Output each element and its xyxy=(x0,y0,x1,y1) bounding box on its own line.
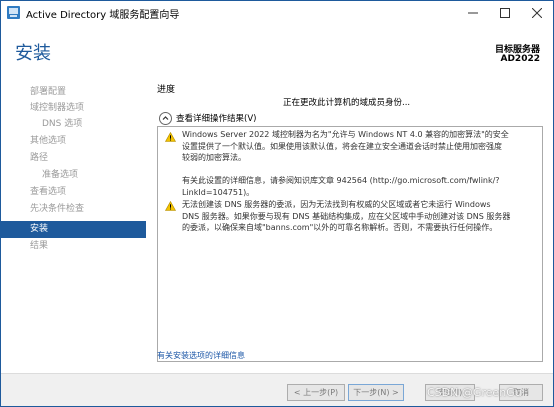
message-line: 无法创建该 DNS 服务器的委派，因为无法找到有权威的父区域或者它未运行 Win… xyxy=(182,200,491,209)
page-title: 安装 xyxy=(15,43,51,64)
view-detailed-results-label: 查看详细操作结果(V) xyxy=(176,114,257,124)
sidebar-item-results: 结果 xyxy=(1,238,146,254)
more-info-link[interactable]: 有关安装选项的详细信息 xyxy=(157,350,245,361)
title-bar[interactable]: Active Directory 域服务配置向导 xyxy=(1,1,553,25)
warning-icon xyxy=(165,132,176,142)
sidebar-item-paths: 路径 xyxy=(1,150,146,166)
close-button[interactable] xyxy=(521,1,553,25)
sidebar-item-dns-options: DNS 选项 xyxy=(1,116,146,132)
sidebar-item-installation: 安装 xyxy=(1,221,146,238)
sidebar-item-label: 先决条件检查 xyxy=(30,204,85,214)
wizard-header: 安装 目标服务器 AD2022 xyxy=(1,25,553,77)
warning-icon xyxy=(165,201,176,211)
progress-heading: 进度 xyxy=(157,85,176,95)
sidebar-item-label: DNS 选项 xyxy=(42,119,83,129)
sidebar-item-dc-options: 域控制器选项 xyxy=(1,100,146,116)
minimize-button[interactable] xyxy=(457,1,489,25)
wizard-sidebar: 部署配置 域控制器选项 DNS 选项 其他选项 路径 准备选项 查看选项 先决条… xyxy=(1,77,146,367)
previous-button[interactable]: < 上一步(P) xyxy=(287,384,345,401)
sidebar-item-label: 准备选项 xyxy=(42,170,79,180)
wizard-window: Active Directory 域服务配置向导 安装 目标服务器 AD2022… xyxy=(0,0,554,407)
minimize-icon xyxy=(468,12,478,14)
chevron-up-icon xyxy=(162,116,169,120)
sidebar-item-deployment-config: 部署配置 xyxy=(1,84,146,100)
message-line: 较弱的加密算法。 xyxy=(182,153,246,162)
progress-status-text: 正在更改此计算机的域成员身份... xyxy=(283,98,411,108)
window-title: Active Directory 域服务配置向导 xyxy=(26,10,180,21)
sidebar-item-label: 结果 xyxy=(30,241,49,251)
sidebar-item-label: 路径 xyxy=(30,153,49,163)
sidebar-item-label: 其他选项 xyxy=(30,136,67,146)
message-line: DNS 服务器。如果你要与现有 DNS 基础结构集成，应在父区域中手动创建对该 … xyxy=(182,211,511,221)
sidebar-item-label: 安装 xyxy=(30,224,49,234)
sidebar-item-review-options: 查看选项 xyxy=(1,184,146,200)
next-button[interactable]: 下一步(N) > xyxy=(348,384,404,401)
sidebar-item-label: 部署配置 xyxy=(30,87,67,97)
wizard-content: 进度 正在更改此计算机的域成员身份... 查看详细操作结果(V) Windows… xyxy=(157,77,543,367)
sidebar-item-prepare-options: 准备选项 xyxy=(1,167,146,183)
message-line: 的委派，以确保来自域"banns.com"以外的可靠名称解析。否则，不需要执行任… xyxy=(182,223,498,232)
collapse-circle-icon xyxy=(159,112,172,125)
message-line: 设置提供了一个默认值。如果使用该默认值，将会在建立安全通道会话时禁止使用加密强度 xyxy=(182,141,502,151)
sidebar-item-additional-options: 其他选项 xyxy=(1,133,146,149)
maximize-icon xyxy=(500,8,510,18)
maximize-button[interactable] xyxy=(489,1,521,25)
close-icon xyxy=(531,7,543,19)
detailed-results-panel[interactable]: Windows Server 2022 域控制器为名为"允许与 Windows … xyxy=(157,126,543,362)
warning-message-1: Windows Server 2022 域控制器为名为"允许与 Windows … xyxy=(182,129,509,198)
sidebar-item-label: 查看选项 xyxy=(30,187,67,197)
target-server-name: AD2022 xyxy=(500,54,541,64)
message-line: Windows Server 2022 域控制器为名为"允许与 Windows … xyxy=(182,130,509,139)
server-manager-icon xyxy=(7,6,20,19)
warning-message-2: 无法创建该 DNS 服务器的委派，因为无法找到有权威的父区域或者它未运行 Win… xyxy=(182,199,510,234)
sidebar-item-label: 域控制器选项 xyxy=(30,103,85,113)
view-detailed-results-toggle[interactable]: 查看详细操作结果(V) xyxy=(159,111,309,125)
message-line: 有关此设置的详细信息，请参阅知识库文章 942564 (http://go.mi… xyxy=(182,176,500,185)
watermark: CSDN @GreenGu xyxy=(427,386,522,399)
sidebar-item-prerequisites-check: 先决条件检查 xyxy=(1,201,146,217)
message-line: LinkId=104751)。 xyxy=(182,187,255,197)
